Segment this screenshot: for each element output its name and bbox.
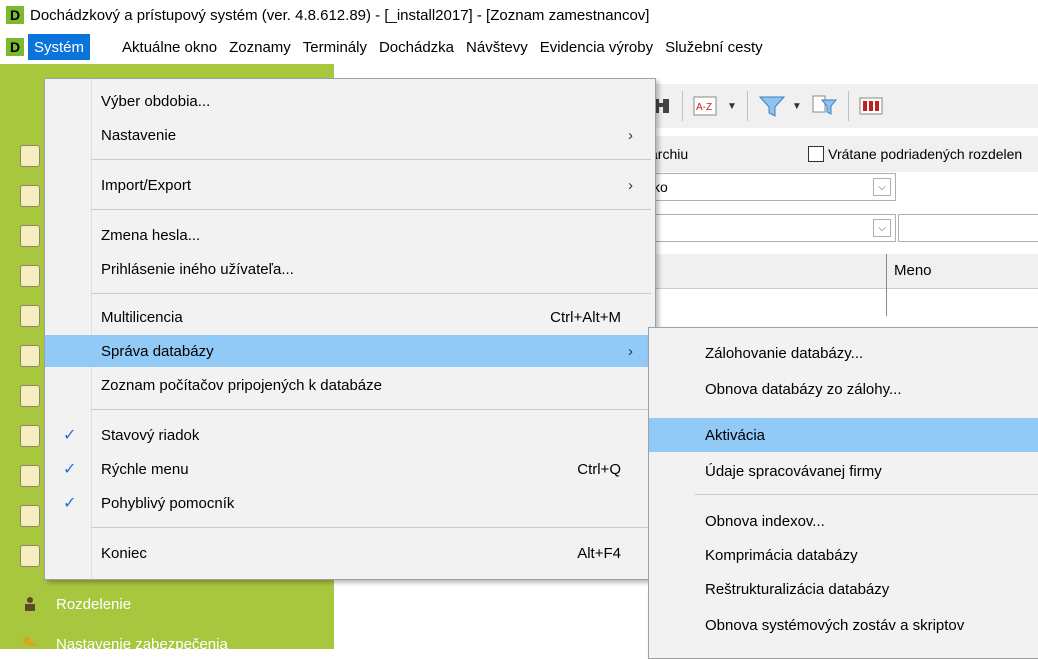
system-menu-dropdown: Výber obdobia... Nastavenie › Import/Exp… bbox=[44, 78, 656, 580]
toolbar-separator bbox=[847, 91, 849, 121]
person-icon bbox=[25, 597, 35, 611]
checkmark-icon: ✓ bbox=[63, 461, 77, 478]
menu-separator bbox=[91, 159, 651, 160]
toolbar: A-Z ▼ ▼ bbox=[650, 84, 1038, 128]
menu-separator bbox=[91, 293, 651, 294]
filter-list-button[interactable] bbox=[812, 91, 838, 121]
include-subdivisions-label: Vrátane podriadených rozdelen bbox=[828, 146, 1023, 162]
submenu-item-restrukturalizacia-databazy[interactable]: Reštrukturalizácia databázy bbox=[649, 572, 1038, 606]
menu-navstevy[interactable]: Návštevy bbox=[460, 34, 534, 60]
shortcut-rychle-menu: Ctrl+Q bbox=[577, 460, 621, 478]
filter-button[interactable]: ▼ bbox=[758, 91, 802, 121]
sidebar-icon-5[interactable] bbox=[20, 305, 40, 327]
app-logo: D bbox=[6, 6, 24, 24]
chevron-right-icon: › bbox=[628, 176, 633, 194]
menu-zoznamy[interactable]: Zoznamy bbox=[223, 34, 297, 60]
grid-column-separator[interactable] bbox=[886, 254, 887, 316]
sort-az-button[interactable]: A-Z ▼ bbox=[693, 91, 737, 121]
sidebar-icon-1[interactable] bbox=[20, 145, 40, 167]
menu-item-nastavenie[interactable]: Nastavenie › bbox=[45, 119, 655, 151]
menu-item-pohyblivy-pomocnik[interactable]: ✓ Pohyblivý pomocník bbox=[45, 487, 655, 519]
submenu-item-obnova-databazy[interactable]: Obnova databázy zo zálohy... bbox=[649, 372, 1038, 406]
chevron-down-icon[interactable]: ⌵ bbox=[873, 178, 891, 196]
shortcut-koniec: Alt+F4 bbox=[577, 544, 621, 562]
menu-system[interactable]: Systém bbox=[28, 34, 91, 60]
columns-icon bbox=[859, 97, 883, 115]
submenu-item-obnova-systemovych-zostav[interactable]: Obnova systémových zostáv a skriptov bbox=[649, 608, 1038, 642]
combo-box-1[interactable]: ko ⌵ bbox=[650, 173, 896, 201]
svg-text:A-Z: A-Z bbox=[696, 102, 712, 113]
columns-button[interactable] bbox=[859, 91, 883, 121]
menu-item-zoznam-pocitacov[interactable]: Zoznam počítačov pripojených k databáze bbox=[45, 369, 655, 401]
shortcut-multilicencia: Ctrl+Alt+M bbox=[550, 308, 621, 326]
menu-item-prihlasenie-ineho-uzivatela[interactable]: Prihlásenie iného užívateľa... bbox=[45, 253, 655, 285]
sidebar-item-nastavenie-zabezpecenia[interactable]: Nastavenie zabezpečenia bbox=[56, 636, 228, 653]
combo-box-2[interactable]: ⌵ bbox=[650, 214, 896, 242]
chevron-right-icon: › bbox=[628, 342, 633, 360]
menu-separator bbox=[91, 527, 651, 528]
menu-item-koniec[interactable]: Koniec Alt+F4 bbox=[45, 537, 655, 569]
sidebar-icon-4[interactable] bbox=[20, 265, 40, 287]
menu-separator bbox=[695, 494, 1038, 495]
sidebar-icon-9[interactable] bbox=[20, 465, 40, 487]
sidebar-item-rozdelenie[interactable]: Rozdelenie bbox=[56, 596, 131, 613]
sidebar-icon-6[interactable] bbox=[20, 345, 40, 367]
menu-item-import-export[interactable]: Import/Export › bbox=[45, 169, 655, 201]
submenu-item-komprimacia-databazy[interactable]: Komprimácia databázy bbox=[649, 538, 1038, 572]
menu-item-zmena-hesla[interactable]: Zmena hesla... bbox=[45, 219, 655, 251]
grid-column-meno[interactable]: Meno bbox=[894, 262, 932, 279]
filter-row: archiu Vrátane podriadených rozdelen bbox=[650, 136, 1038, 172]
menu-sluzebni-cesty[interactable]: Služební cesty bbox=[659, 34, 769, 60]
title-bar: D Dochádzkový a prístupový systém (ver. … bbox=[0, 0, 1038, 30]
app-menu-logo[interactable]: D bbox=[6, 38, 24, 56]
sidebar-icon-11[interactable] bbox=[20, 545, 40, 567]
grid-header bbox=[650, 254, 1038, 289]
menu-terminaly[interactable]: Terminály bbox=[297, 34, 373, 60]
filter-icon bbox=[758, 96, 786, 117]
menu-item-vyber-obdobia[interactable]: Výber obdobia... bbox=[45, 85, 655, 117]
toolbar-separator bbox=[746, 91, 748, 121]
menu-evidencia-vyroby[interactable]: Evidencia výroby bbox=[534, 34, 659, 60]
chevron-down-icon[interactable]: ▼ bbox=[727, 101, 737, 112]
submenu-item-obnova-indexov[interactable]: Obnova indexov... bbox=[649, 504, 1038, 538]
text-field-2[interactable] bbox=[898, 214, 1038, 242]
sort-az-icon: A-Z bbox=[693, 96, 717, 116]
checkmark-icon: ✓ bbox=[63, 495, 77, 512]
sidebar-icon-10[interactable] bbox=[20, 505, 40, 527]
chevron-right-icon: › bbox=[628, 126, 633, 144]
menu-item-multilicencia[interactable]: Multilicencia Ctrl+Alt+M bbox=[45, 301, 655, 333]
menu-aktualne-okno[interactable]: Aktuálne okno bbox=[116, 34, 223, 60]
sidebar-icon-3[interactable] bbox=[20, 225, 40, 247]
menu-item-sprava-databazy[interactable]: Správa databázy › bbox=[45, 335, 655, 367]
window-title: Dochádzkový a prístupový systém (ver. 4.… bbox=[30, 6, 650, 24]
filter-list-icon bbox=[812, 95, 837, 115]
menu-item-rychle-menu[interactable]: ✓ Rýchle menu Ctrl+Q bbox=[45, 453, 655, 485]
sidebar-icon-8[interactable] bbox=[20, 425, 40, 447]
sidebar-icon-7[interactable] bbox=[20, 385, 40, 407]
database-submenu: Zálohovanie databázy... Obnova databázy … bbox=[648, 327, 1038, 659]
menu-item-stavovy-riadok[interactable]: ✓ Stavový riadok bbox=[45, 419, 655, 451]
menu-separator bbox=[91, 409, 651, 410]
submenu-item-zalohovanie-databazy[interactable]: Zálohovanie databázy... bbox=[649, 336, 1038, 370]
chevron-down-icon[interactable]: ▼ bbox=[792, 101, 802, 112]
menu-bar: D Systém Aktuálne okno Zoznamy Terminály… bbox=[0, 30, 1038, 64]
submenu-item-aktivacia[interactable]: Aktivácia bbox=[649, 418, 1038, 452]
menu-separator bbox=[91, 209, 651, 210]
chevron-down-icon[interactable]: ⌵ bbox=[873, 219, 891, 237]
sidebar-icon-2[interactable] bbox=[20, 185, 40, 207]
include-subdivisions-checkbox[interactable] bbox=[808, 146, 825, 162]
toolbar-separator bbox=[682, 91, 683, 121]
key-icon bbox=[23, 637, 37, 646]
submenu-item-udaje-firmy[interactable]: Údaje spracovávanej firmy bbox=[649, 454, 1038, 488]
checkmark-icon: ✓ bbox=[63, 427, 77, 444]
menu-dochadzka[interactable]: Dochádzka bbox=[373, 34, 460, 60]
